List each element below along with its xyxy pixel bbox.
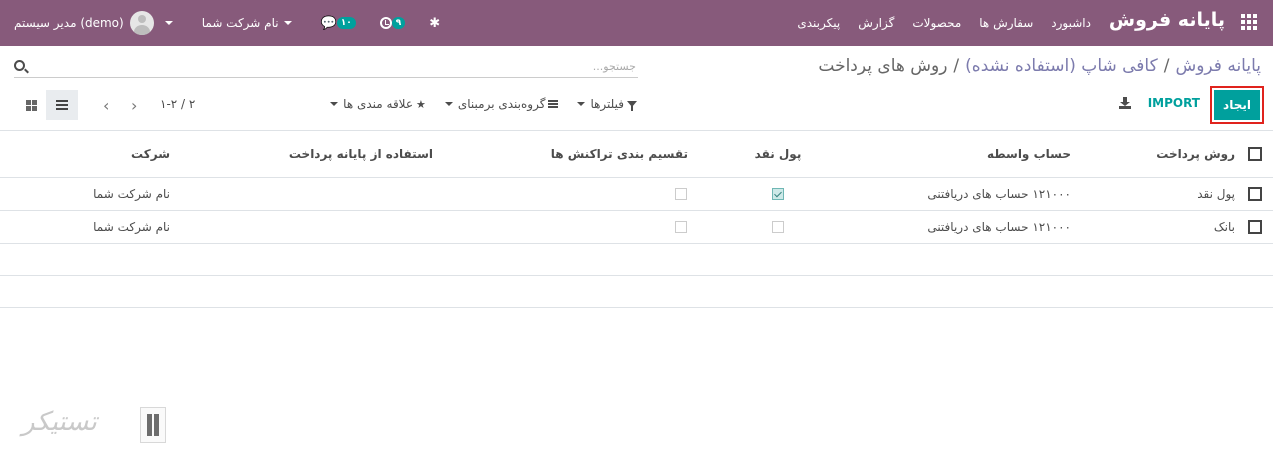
select-all-checkbox[interactable] [1247,131,1263,177]
comments-icon: 💬 [320,15,337,31]
breadcrumb-parent[interactable]: کافی شاپ (استفاده نشده) [965,56,1158,76]
chevron-down-icon [330,102,339,106]
list-view-button[interactable] [46,90,78,120]
payment-methods-table: روش پرداخت حساب واسطه پول نقد تقسیم بندی… [0,130,1273,308]
cell-company: نام شرکت شما [93,220,170,234]
row-checkbox[interactable] [1247,211,1263,243]
column-header-name[interactable]: روش پرداخت [1156,131,1235,177]
cell-name: بانک [1213,220,1235,234]
empty-row [0,276,1273,308]
empty-row [0,244,1273,276]
top-navbar: پایانه فروش داشبورد سفارش ها محصولات گزا… [0,0,1273,46]
bars-icon [548,100,559,108]
cell-account: ۱۲۱۰۰۰ حساب های دریافتنی [927,187,1071,201]
apps-menu-icon[interactable] [1241,14,1257,30]
breadcrumb: پایانه فروش/کافی شاپ (استفاده نشده)/روش … [818,56,1261,76]
cell-split-checkbox [674,178,688,210]
row-checkbox[interactable] [1247,178,1263,210]
download-icon[interactable] [1119,97,1131,109]
cell-split-checkbox [674,211,688,243]
groupby-label: گروه‌بندی برمبنای [457,97,546,111]
menu-products[interactable]: محصولات [912,16,961,30]
pager-previous-icon[interactable]: ‹ [103,96,109,115]
activity-badge: ۹ [391,17,406,29]
menu-dashboard[interactable]: داشبورد [1051,16,1091,30]
pager-next-icon[interactable]: › [131,96,137,115]
cell-name: پول نقد [1197,187,1235,201]
top-menu: داشبورد سفارش ها محصولات گزارش پیکربندی [797,0,1091,46]
cell-account: ۱۲۱۰۰۰ حساب های دریافتنی [927,220,1071,234]
chevron-down-icon [164,21,173,25]
filter-icon [627,101,637,111]
breadcrumb-separator: / [953,56,960,76]
column-header-split[interactable]: تقسیم بندی تراکنش ها [551,131,688,177]
menu-reporting[interactable]: گزارش [858,16,894,30]
import-button[interactable]: IMPORT [1148,96,1200,110]
clock-icon [379,17,392,29]
table-row[interactable]: پول نقد ۱۲۱۰۰۰ حساب های دریافتنی نام شرک… [0,178,1273,211]
menu-configuration[interactable]: پیکربندی [797,16,840,30]
cell-company: نام شرکت شما [93,187,170,201]
chevron-down-icon [283,21,292,25]
search-bar [14,56,638,78]
list-icon [56,100,68,110]
messages-badge: ۱۰ [336,17,356,29]
user-menu[interactable]: مدیر سیستم (demo) [14,11,178,35]
cell-cash-checkbox [763,178,793,210]
kanban-view-button[interactable] [15,90,47,120]
watermark: تستیکر [22,403,172,451]
app-brand[interactable]: پایانه فروش [1109,9,1225,31]
column-header-pos[interactable]: استفاده از پایانه پرداخت [289,131,433,177]
column-header-account[interactable]: حساب واسطه [987,131,1071,177]
systray: ✱ ۹ 💬 ۱۰ نام شرکت شما مدیر سیستم (demo) [14,0,440,46]
kanban-icon [25,99,37,111]
table-header: روش پرداخت حساب واسطه پول نقد تقسیم بندی… [0,130,1273,178]
menu-orders[interactable]: سفارش ها [979,16,1033,30]
breadcrumb-current: روش های پرداخت [818,56,948,76]
chevron-down-icon [444,102,453,106]
messaging-menu[interactable]: 💬 ۱۰ [321,17,356,30]
cell-cash-checkbox [763,211,793,243]
column-header-company[interactable]: شرکت [131,131,170,177]
chevron-down-icon [577,102,586,106]
company-switcher[interactable]: نام شرکت شما [202,16,297,30]
company-label: نام شرکت شما [201,16,279,30]
star-icon: ★ [416,97,426,111]
column-header-cash[interactable]: پول نقد [755,131,802,177]
activity-menu[interactable]: ۹ [379,17,406,29]
search-options: فیلترها گروه‌بندی برمبنای ★ علاقه مندی ه… [325,97,637,111]
debug-bug-icon[interactable]: ✱ [429,17,440,30]
avatar [129,11,154,35]
filters-dropdown[interactable]: فیلترها [572,97,637,111]
search-input[interactable] [36,56,636,76]
groupby-dropdown[interactable]: گروه‌بندی برمبنای [440,97,559,111]
breadcrumb-separator: / [1163,56,1170,76]
favorites-dropdown[interactable]: ★ علاقه مندی ها [325,97,426,111]
table-row[interactable]: بانک ۱۲۱۰۰۰ حساب های دریافتنی نام شرکت ش… [0,211,1273,244]
filters-label: فیلترها [590,97,624,111]
create-button[interactable]: ایجاد [1210,86,1264,124]
search-icon[interactable] [14,60,25,71]
user-name: مدیر سیستم (demo) [14,16,124,30]
watermark-text: تستیکر [22,407,97,437]
watermark-logo [140,407,166,443]
pager-value[interactable]: ۱-۲ / ۲ [160,97,195,111]
favorites-label: علاقه مندی ها [343,97,413,111]
breadcrumb-root[interactable]: پایانه فروش [1175,56,1261,76]
